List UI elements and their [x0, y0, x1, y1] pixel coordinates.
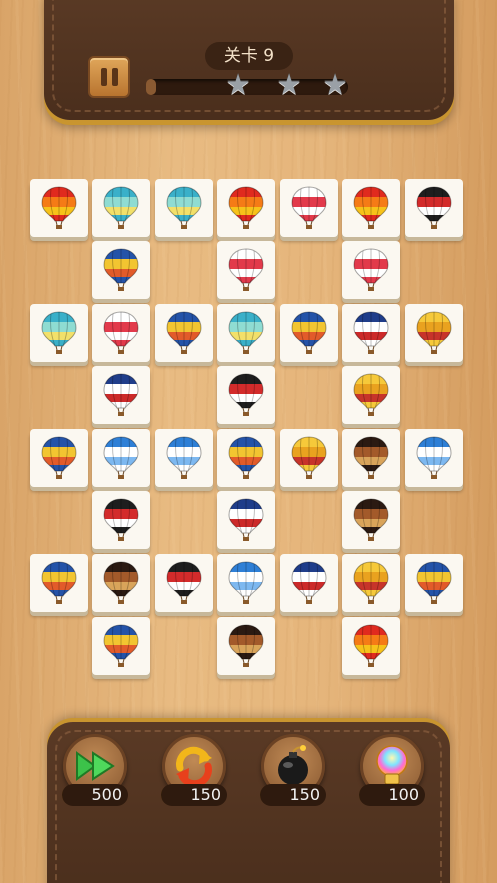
tool-price: 100	[359, 784, 425, 806]
tile-brown-balloon[interactable]	[92, 554, 150, 612]
hot-air-balloon-icon	[353, 373, 389, 416]
tile-blue-yellow-balloon[interactable]	[280, 304, 338, 362]
hot-air-balloon-icon	[103, 498, 139, 541]
hot-air-balloon-icon	[41, 436, 77, 479]
tile-blue-yellow-balloon[interactable]	[405, 554, 463, 612]
tile-brown-balloon[interactable]	[217, 617, 275, 675]
star-icon: ★	[322, 68, 348, 101]
tile-hearts-balloon[interactable]	[280, 179, 338, 237]
hot-air-balloon-icon	[41, 186, 77, 229]
tile-blue-yellow-balloon[interactable]	[155, 304, 213, 362]
bomb-icon	[278, 745, 308, 785]
hot-air-balloon-icon	[416, 311, 452, 354]
tile-teal-balloon[interactable]	[92, 179, 150, 237]
hot-air-balloon-icon	[353, 624, 389, 667]
hot-air-balloon-icon	[291, 561, 327, 604]
tile-teal-balloon[interactable]	[155, 179, 213, 237]
hot-air-balloon-icon	[103, 624, 139, 667]
hot-air-balloon-icon	[353, 561, 389, 604]
tile-blue-yellow-balloon[interactable]	[217, 429, 275, 487]
hot-air-balloon-icon	[103, 248, 139, 291]
tool-price: 150	[161, 784, 227, 806]
star-icon: ★	[225, 68, 251, 101]
tile-yellow-balloon[interactable]	[405, 304, 463, 362]
tile-red-orange-balloon[interactable]	[342, 179, 400, 237]
tile-usa-balloon[interactable]	[217, 491, 275, 549]
pause-icon-bar	[111, 68, 118, 86]
tile-usa-balloon[interactable]	[342, 304, 400, 362]
hot-air-balloon-icon	[291, 186, 327, 229]
hot-air-balloon-icon	[353, 311, 389, 354]
hot-air-balloon-icon	[353, 498, 389, 541]
tile-red-orange-balloon[interactable]	[30, 179, 88, 237]
tile-blue-white-balloon[interactable]	[217, 554, 275, 612]
refresh-arrows-icon	[176, 746, 212, 786]
tile-blue-yellow-balloon[interactable]	[30, 429, 88, 487]
tile-brown-balloon[interactable]	[342, 491, 400, 549]
hot-air-balloon-icon	[103, 373, 139, 416]
hot-air-balloon-icon	[228, 436, 264, 479]
tile-teal-balloon[interactable]	[30, 304, 88, 362]
tile-black-red-balloon[interactable]	[155, 554, 213, 612]
tile-hearts-balloon[interactable]	[342, 241, 400, 299]
tile-hearts-balloon[interactable]	[217, 241, 275, 299]
hot-air-balloon-icon	[166, 436, 202, 479]
hot-air-balloon-icon	[416, 561, 452, 604]
hot-air-balloon-icon	[353, 186, 389, 229]
hot-air-balloon-icon	[228, 373, 264, 416]
hot-air-balloon-icon	[103, 311, 139, 354]
hot-air-balloon-icon	[103, 186, 139, 229]
hot-air-balloon-icon	[353, 436, 389, 479]
tile-teal-balloon[interactable]	[217, 304, 275, 362]
hot-air-balloon-icon	[353, 248, 389, 291]
tile-yellow-balloon[interactable]	[280, 429, 338, 487]
hot-air-balloon-icon	[228, 186, 264, 229]
tile-blue-yellow-balloon[interactable]	[92, 617, 150, 675]
hot-air-balloon-icon	[228, 248, 264, 291]
tile-brown-balloon[interactable]	[342, 429, 400, 487]
hot-air-balloon-icon	[228, 498, 264, 541]
hot-air-balloon-icon	[166, 561, 202, 604]
hot-air-balloon-icon	[41, 311, 77, 354]
hot-air-balloon-icon	[228, 561, 264, 604]
tile-yellow-balloon[interactable]	[342, 366, 400, 424]
tile-black-red-balloon[interactable]	[405, 179, 463, 237]
progress-fill	[146, 79, 157, 95]
tile-yellow-balloon[interactable]	[342, 554, 400, 612]
pause-icon-bar	[100, 68, 107, 86]
hot-air-balloon-icon	[166, 186, 202, 229]
hot-air-balloon-icon	[291, 436, 327, 479]
tile-hearts-balloon[interactable]	[92, 304, 150, 362]
tool-price: 150	[260, 784, 326, 806]
tile-red-orange-balloon[interactable]	[342, 617, 400, 675]
lightbulb-icon	[376, 745, 408, 785]
tile-blue-yellow-balloon[interactable]	[30, 554, 88, 612]
hot-air-balloon-icon	[103, 561, 139, 604]
hot-air-balloon-icon	[166, 311, 202, 354]
tile-blue-white-balloon[interactable]	[155, 429, 213, 487]
green-play-arrows-icon	[76, 751, 115, 781]
tile-red-orange-balloon[interactable]	[217, 179, 275, 237]
tile-usa-balloon[interactable]	[280, 554, 338, 612]
hot-air-balloon-icon	[416, 436, 452, 479]
tile-usa-balloon[interactable]	[92, 366, 150, 424]
hot-air-balloon-icon	[228, 624, 264, 667]
tool-price: 500	[62, 784, 128, 806]
tile-blue-white-balloon[interactable]	[92, 429, 150, 487]
tile-black-red-balloon[interactable]	[92, 491, 150, 549]
tile-blue-yellow-balloon[interactable]	[92, 241, 150, 299]
hot-air-balloon-icon	[41, 561, 77, 604]
hot-air-balloon-icon	[103, 436, 139, 479]
level-label: 关卡 9	[205, 42, 293, 70]
star-icon: ★	[276, 68, 302, 101]
hot-air-balloon-icon	[228, 311, 264, 354]
hot-air-balloon-icon	[416, 186, 452, 229]
pause-button[interactable]	[88, 56, 130, 98]
tile-blue-white-balloon[interactable]	[405, 429, 463, 487]
hot-air-balloon-icon	[291, 311, 327, 354]
tile-black-red-balloon[interactable]	[217, 366, 275, 424]
